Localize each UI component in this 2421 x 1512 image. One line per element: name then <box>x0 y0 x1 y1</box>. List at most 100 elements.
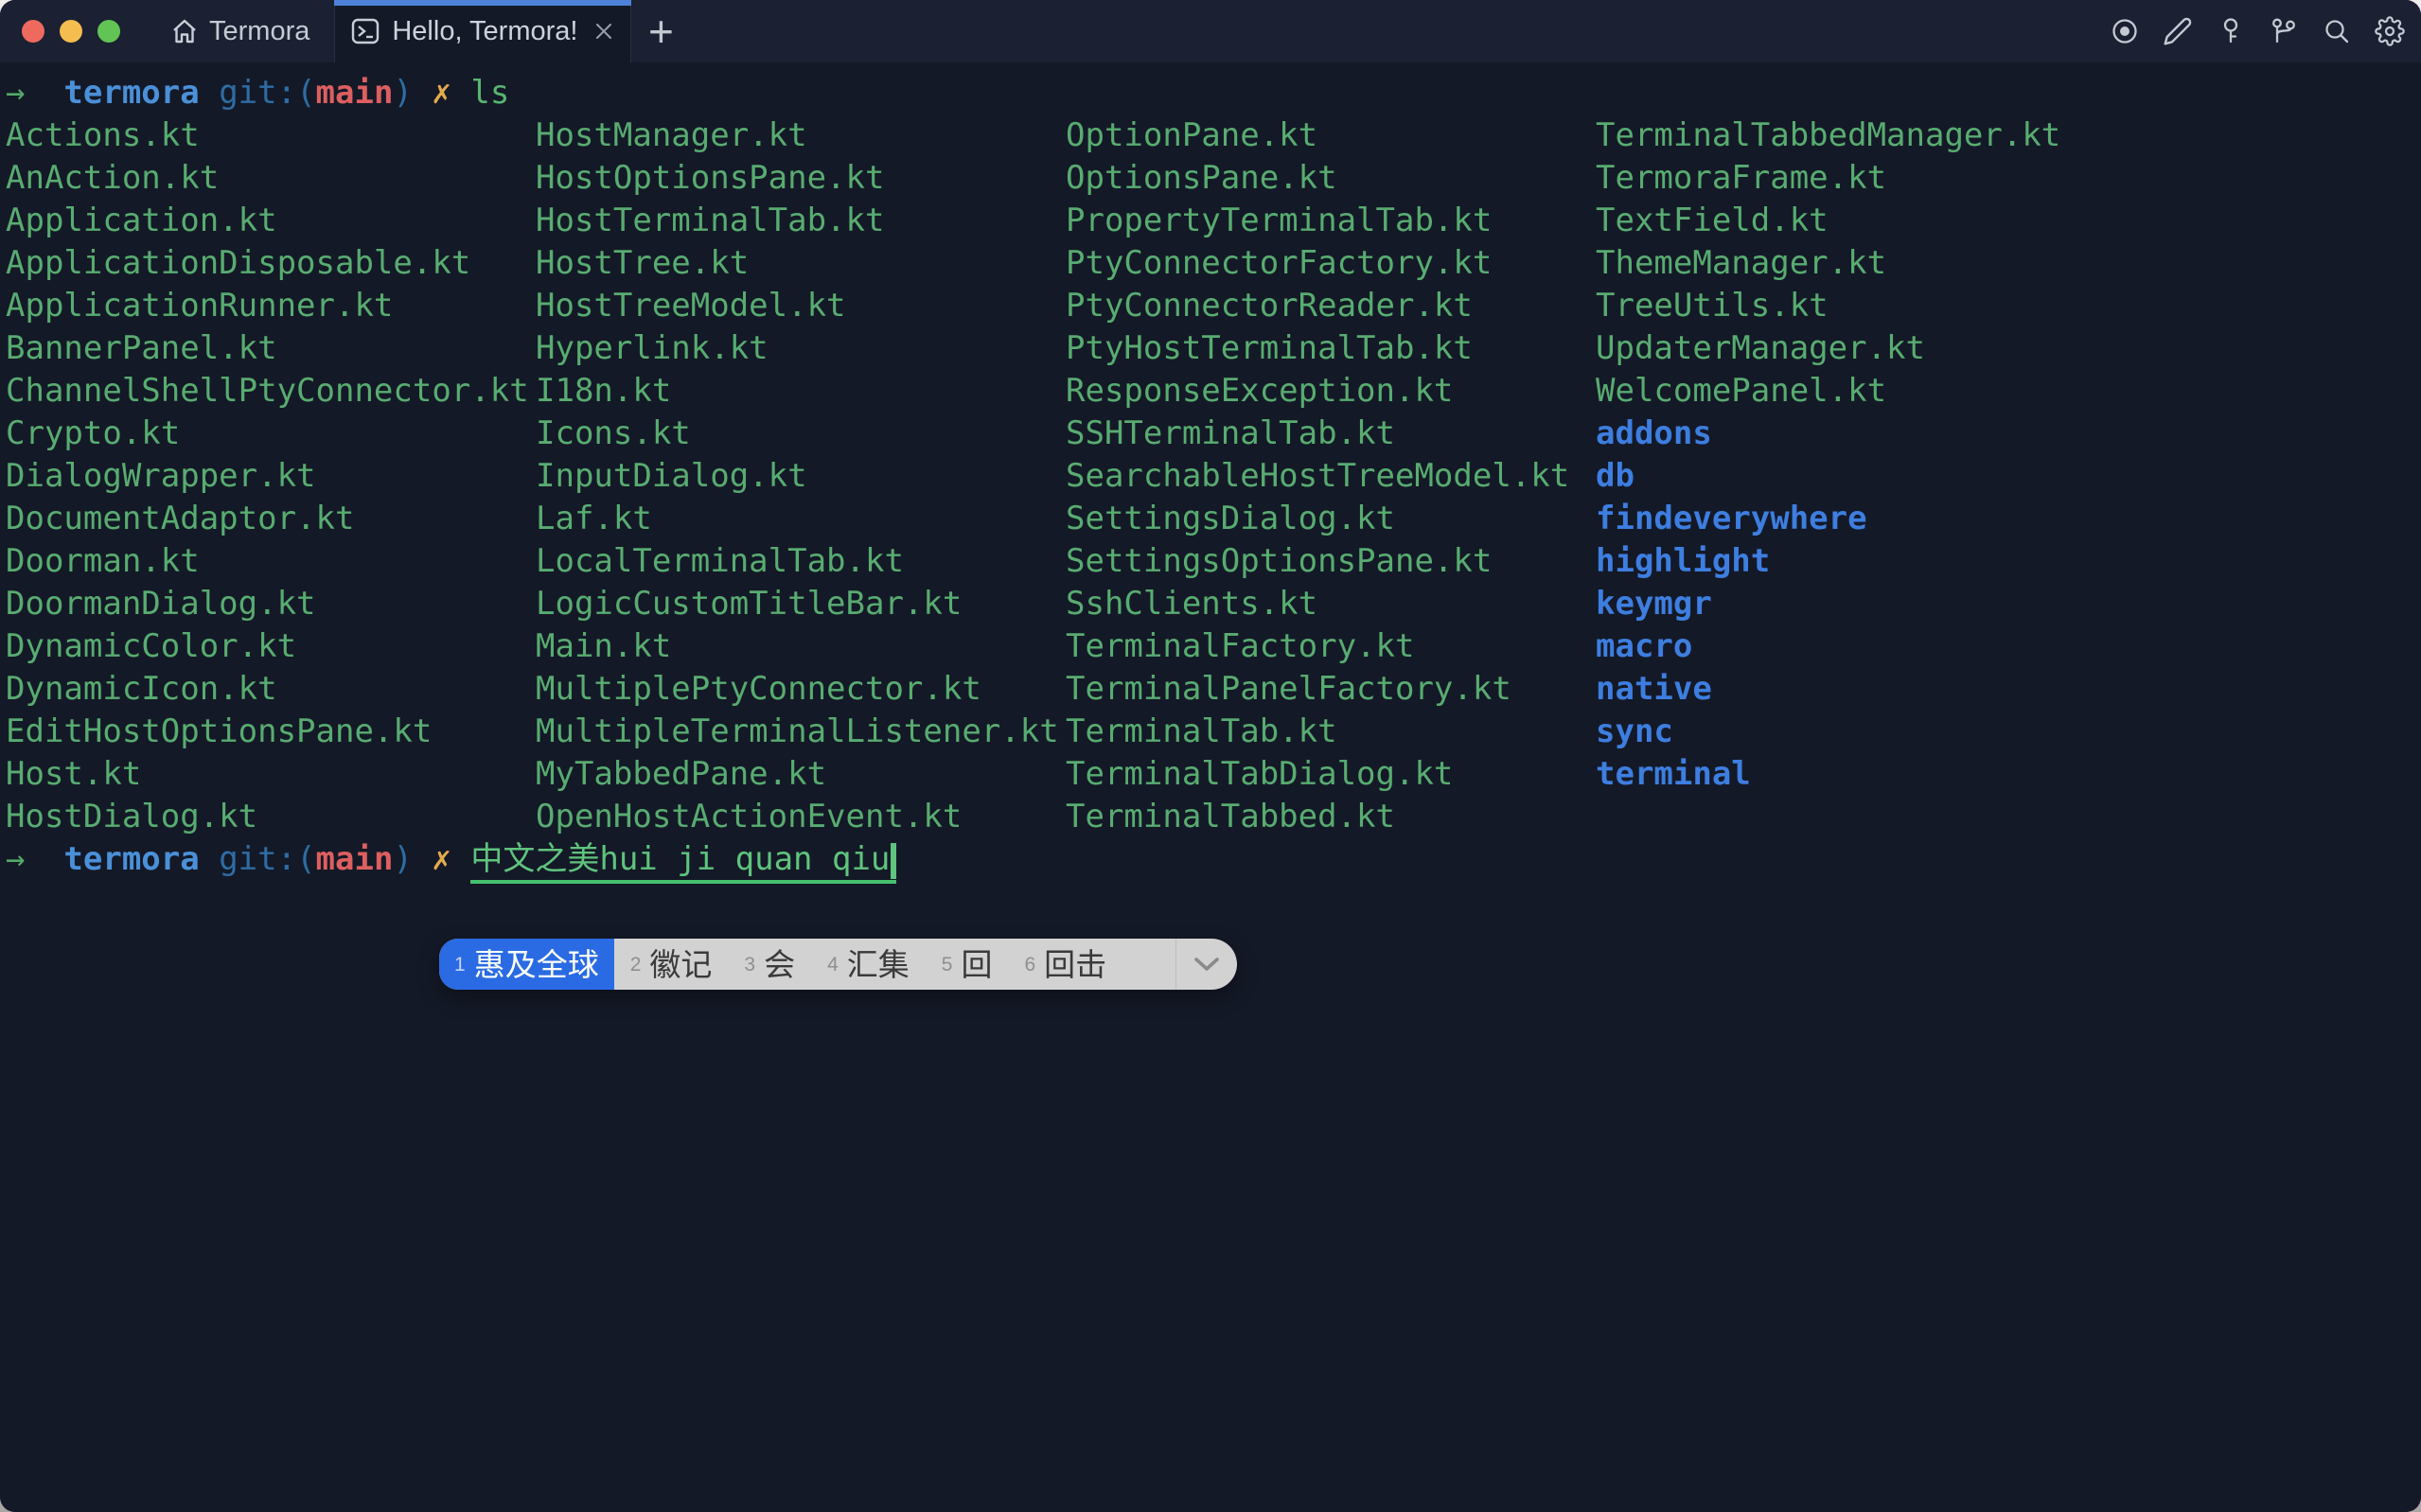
ime-candidate[interactable]: 2徽记 <box>614 939 729 990</box>
ls-entry-directory: native <box>1596 668 2126 711</box>
ls-entry-file: WelcomePanel.kt <box>1596 370 2126 413</box>
ls-entry-file: HostTreeModel.kt <box>536 285 1066 327</box>
traffic-lights <box>0 0 120 62</box>
prompt-git-prefix: git:( <box>219 74 315 112</box>
tab-close-icon[interactable] <box>592 19 616 44</box>
ime-candidate-number: 1 <box>454 943 466 986</box>
ls-entry-file: TerminalTab.kt <box>1066 711 1596 753</box>
ls-entry-file: LocalTerminalTab.kt <box>536 540 1066 583</box>
ls-entry-file: Crypto.kt <box>6 413 536 455</box>
ls-entry-directory: db <box>1596 455 2126 498</box>
ime-candidate[interactable]: 5回 <box>926 939 1009 990</box>
ls-entry-file: ApplicationDisposable.kt <box>6 242 536 285</box>
search-icon[interactable] <box>2321 15 2353 47</box>
ls-column-4: TerminalTabbedManager.ktTermoraFrame.ktT… <box>1596 114 2126 838</box>
ime-candidate-text: 回击 <box>1044 943 1106 986</box>
ime-candidate[interactable]: 6回击 <box>1008 939 1122 990</box>
ls-entry-file: BannerPanel.kt <box>6 327 536 370</box>
ls-entry-directory: keymgr <box>1596 583 2126 625</box>
ime-candidate-number: 4 <box>827 943 839 986</box>
ls-entry-file: MultiplePtyConnector.kt <box>536 668 1066 711</box>
titlebar-actions <box>2109 0 2421 62</box>
ls-entry-directory: addons <box>1596 413 2126 455</box>
ime-candidate[interactable]: 3会 <box>728 939 811 990</box>
git-branch-icon[interactable] <box>2268 15 2300 47</box>
terminal-screen[interactable]: → termora git:(main) ✗ ls Actions.ktAnAc… <box>0 62 2421 1512</box>
ls-entry-file: TerminalFactory.kt <box>1066 625 1596 668</box>
ls-entry-file: TerminalTabbed.kt <box>1066 796 1596 838</box>
ls-entry-file: HostTree.kt <box>536 242 1066 285</box>
tab-label: Hello, Termora! <box>392 16 577 47</box>
ime-candidate-window: 1惠及全球2徽记3会4汇集5回6回击 <box>439 939 1237 990</box>
prompt-line-1: → termora git:(main) ✗ ls <box>6 72 2421 114</box>
ls-column-3: OptionPane.ktOptionsPane.ktPropertyTermi… <box>1066 114 1596 838</box>
ls-entry-file: DynamicColor.kt <box>6 625 536 668</box>
ls-entry-file: SshClients.kt <box>1066 583 1596 625</box>
ls-entry-file: Hyperlink.kt <box>536 327 1066 370</box>
ls-entry-file: Application.kt <box>6 200 536 242</box>
ls-entry-file: Main.kt <box>536 625 1066 668</box>
ls-entry-file: HostOptionsPane.kt <box>536 157 1066 200</box>
ls-entry-file: I18n.kt <box>536 370 1066 413</box>
prompt-status: ✗ <box>432 840 470 878</box>
tab-hello-termora[interactable]: Hello, Termora! <box>334 0 631 62</box>
new-tab-button[interactable]: + <box>639 0 682 62</box>
ime-candidate-selected[interactable]: 1惠及全球 <box>439 939 614 990</box>
ime-candidate-text: 惠及全球 <box>474 943 599 986</box>
settings-gear-icon[interactable] <box>2374 15 2406 47</box>
titlebar: Termora Hello, Termora! + <box>0 0 2421 62</box>
key-icon[interactable] <box>2215 15 2247 47</box>
ls-entry-file: PtyHostTerminalTab.kt <box>1066 327 1596 370</box>
prompt-git-branch: main <box>316 74 394 112</box>
ime-candidate-text: 会 <box>764 943 795 986</box>
ls-entry-file: SSHTerminalTab.kt <box>1066 413 1596 455</box>
ime-candidate-text: 汇集 <box>847 943 910 986</box>
record-icon[interactable] <box>2109 15 2141 47</box>
chevron-down-icon[interactable] <box>1176 939 1237 990</box>
terminal-tab-icon <box>349 15 381 47</box>
zoom-window-button[interactable] <box>97 20 120 43</box>
prompt-user: termora <box>63 74 219 112</box>
ime-composition-text[interactable]: 中文之美hui ji quan qiu <box>470 840 896 884</box>
prompt-git-branch: main <box>316 840 394 878</box>
edit-pencil-icon[interactable] <box>2162 15 2194 47</box>
ime-candidate[interactable]: 4汇集 <box>811 939 926 990</box>
ls-entry-file: SearchableHostTreeModel.kt <box>1066 455 1596 498</box>
ls-entry-file: DocumentAdaptor.kt <box>6 498 536 540</box>
ls-entry-file: DynamicIcon.kt <box>6 668 536 711</box>
prompt-arrow: → <box>6 840 63 878</box>
ls-entry-file: LogicCustomTitleBar.kt <box>536 583 1066 625</box>
ls-entry-file: HostManager.kt <box>536 114 1066 157</box>
command-text: ls <box>470 74 509 112</box>
ls-entry-file: Icons.kt <box>536 413 1066 455</box>
minimize-window-button[interactable] <box>60 20 82 43</box>
close-window-button[interactable] <box>22 20 44 43</box>
ls-entry-file: DialogWrapper.kt <box>6 455 536 498</box>
prompt-git-suffix: ) <box>393 840 432 878</box>
ime-candidate-text: 回 <box>961 943 992 986</box>
ls-entry-file: OpenHostActionEvent.kt <box>536 796 1066 838</box>
ls-entry-file: UpdaterManager.kt <box>1596 327 2126 370</box>
ls-entry-file: PtyConnectorReader.kt <box>1066 285 1596 327</box>
ime-candidate-number: 6 <box>1024 943 1035 986</box>
ls-entry-file: HostDialog.kt <box>6 796 536 838</box>
ls-entry-file: ApplicationRunner.kt <box>6 285 536 327</box>
ls-entry-file: TerminalPanelFactory.kt <box>1066 668 1596 711</box>
ls-entry-file: TerminalTabDialog.kt <box>1066 753 1596 796</box>
ls-entry-file: PropertyTerminalTab.kt <box>1066 200 1596 242</box>
ls-entry-file: OptionPane.kt <box>1066 114 1596 157</box>
composition-text: 中文之美hui ji quan qiu <box>470 840 890 878</box>
ls-output: Actions.ktAnAction.ktApplication.ktAppli… <box>6 114 2421 838</box>
prompt-git-prefix: git:( <box>219 840 315 878</box>
ls-entry-file: TextField.kt <box>1596 200 2126 242</box>
ime-candidate-text: 徽记 <box>649 943 712 986</box>
ls-entry-file: InputDialog.kt <box>536 455 1066 498</box>
text-cursor <box>891 843 896 879</box>
ime-candidate-number: 3 <box>744 943 755 986</box>
prompt-line-2: → termora git:(main) ✗ 中文之美hui ji quan q… <box>6 838 2421 881</box>
ls-column-1: Actions.ktAnAction.ktApplication.ktAppli… <box>6 114 536 838</box>
app-title-label: Termora <box>209 16 309 47</box>
ls-entry-file: Host.kt <box>6 753 536 796</box>
home-icon <box>169 16 200 46</box>
ls-entry-file: ChannelShellPtyConnector.kt <box>6 370 536 413</box>
